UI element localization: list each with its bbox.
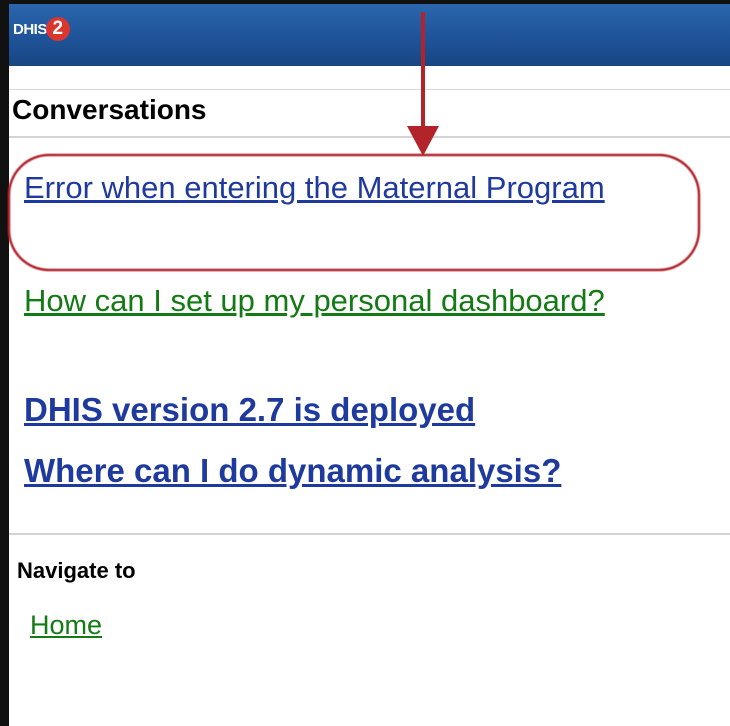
header-bar: DHIS 2 [9,4,730,66]
conversation-link-maternal-program[interactable]: Error when entering the Maternal Program [24,160,664,215]
conversations-title: Conversations [12,94,207,125]
section-divider [9,533,730,535]
logo-badge: 2 [45,17,70,41]
logo-text: DHIS [13,20,47,38]
navigate-to-title: Navigate to [17,558,136,583]
title-divider [9,136,730,138]
conversation-link-dhis-version[interactable]: DHIS version 2.7 is deployed [24,390,475,430]
header-subbar [9,66,730,90]
conversation-link-dynamic-analysis[interactable]: Where can I do dynamic analysis? [24,451,561,491]
home-link[interactable]: Home [30,610,102,641]
conversation-link-personal-dashboard[interactable]: How can I set up my personal dashboard? [24,273,664,328]
dhis2-logo[interactable]: DHIS 2 [13,16,70,42]
